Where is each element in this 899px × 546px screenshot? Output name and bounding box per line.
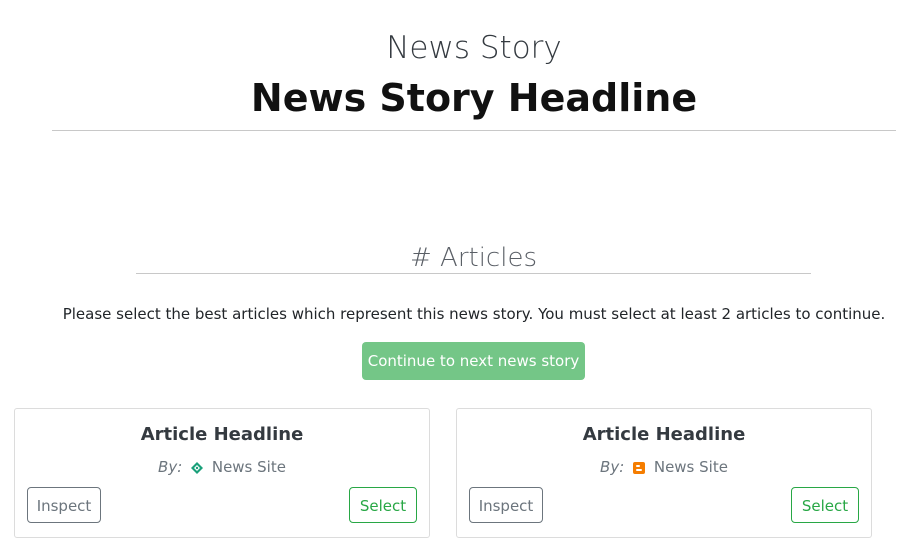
articles-heading: # Articles <box>409 243 537 273</box>
article-title: Article Headline <box>582 424 746 445</box>
inspect-button[interactable]: Inspect <box>27 487 101 523</box>
header-divider <box>52 130 896 131</box>
select-button[interactable]: Select <box>349 487 417 523</box>
article-card: Article Headline By: News Site Inspect S… <box>14 408 430 538</box>
story-label: News Story <box>386 30 562 66</box>
by-label: By: <box>158 458 183 476</box>
article-byline: By: News Site <box>15 457 429 477</box>
articles-divider <box>136 273 811 274</box>
green-diamond-favicon-icon <box>191 462 204 474</box>
article-title: Article Headline <box>140 424 304 445</box>
instructions-text: Please select the best articles which re… <box>62 305 886 323</box>
article-byline: By: News Site <box>457 457 871 477</box>
article-source: News Site <box>653 458 728 476</box>
article-source: News Site <box>211 458 286 476</box>
orange-blogger-favicon-icon <box>633 462 646 474</box>
continue-button[interactable]: Continue to next news story <box>362 342 585 380</box>
select-button[interactable]: Select <box>791 487 859 523</box>
article-card: Article Headline By: News Site Inspect S… <box>456 408 872 538</box>
story-headline: News Story Headline <box>250 76 698 120</box>
by-label: By: <box>600 458 625 476</box>
inspect-button[interactable]: Inspect <box>469 487 543 523</box>
